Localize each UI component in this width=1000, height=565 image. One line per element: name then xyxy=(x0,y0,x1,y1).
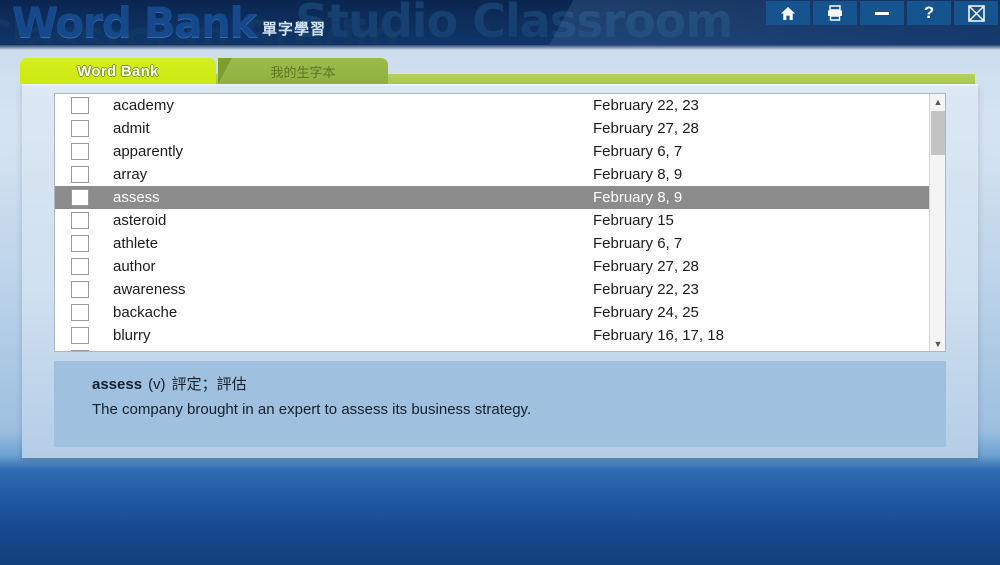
row-checkbox[interactable] xyxy=(71,258,89,275)
word-list-scrollbar[interactable]: ▲ ▼ xyxy=(929,94,945,351)
help-button[interactable]: ? xyxy=(907,1,951,25)
date-cell: February 6, 7 xyxy=(593,143,683,160)
scroll-up-arrow-icon[interactable]: ▲ xyxy=(930,94,945,109)
date-cell: February 16, 17, 18 xyxy=(593,327,724,344)
word-cell: blurry xyxy=(113,327,151,344)
word-cell: author xyxy=(113,258,156,275)
tab-word-bank-label: Word Bank xyxy=(77,62,159,80)
word-list-rows: academy February 22, 23 admit February 27, … xyxy=(55,94,930,351)
table-row[interactable]: admit February 27, 28 xyxy=(55,117,930,140)
row-checkbox[interactable] xyxy=(71,120,89,137)
print-button[interactable] xyxy=(813,1,857,25)
date-cell: February 24, 25 xyxy=(593,304,699,321)
tab-bar: Word Bank 我的生字本 xyxy=(20,58,388,84)
word-cell: b xyxy=(113,350,593,351)
word-cell: awareness xyxy=(113,281,186,298)
row-checkbox[interactable] xyxy=(71,327,89,344)
table-row[interactable]: bFebruary 6, 7 xyxy=(55,347,930,351)
date-cell: February 27, 28 xyxy=(593,258,699,275)
table-row[interactable]: array February 8, 9 xyxy=(55,163,930,186)
date-cell: February 6, 7 xyxy=(593,235,683,252)
table-row[interactable]: blurry February 16, 17, 18 xyxy=(55,324,930,347)
word-cell: asteroid xyxy=(113,212,167,229)
row-checkbox[interactable] xyxy=(71,212,89,229)
tab-my-vocabulary-book-label: 我的生字本 xyxy=(270,64,336,80)
minimize-icon xyxy=(875,11,889,16)
date-cell: February 6, 7 xyxy=(593,350,682,351)
definition-panel: assess (v) 評定；評估 The company brought in an… xyxy=(54,361,946,447)
table-row[interactable]: asteroid February 15 xyxy=(55,209,930,232)
scroll-down-arrow-icon[interactable]: ▼ xyxy=(930,336,945,351)
word-bank-application: Classroom Studio Studio Classroom Word B… xyxy=(0,0,1000,565)
word-cell: athlete xyxy=(113,235,159,252)
bottom-toolbar: W+ ALL xyxy=(0,490,1000,565)
row-checkbox[interactable] xyxy=(71,304,89,321)
tab-my-vocabulary-book[interactable]: 我的生字本 xyxy=(218,58,388,84)
word-cell: admit xyxy=(113,120,150,137)
row-checkbox[interactable] xyxy=(71,143,89,160)
definition-headword: assess xyxy=(92,376,143,393)
table-row[interactable]: apparently February 6, 7 xyxy=(55,140,930,163)
row-checkbox[interactable] xyxy=(71,235,89,252)
tab-word-bank[interactable]: Word Bank xyxy=(20,58,216,84)
word-cell: array xyxy=(113,166,148,183)
date-cell: February 22, 23 xyxy=(593,97,699,114)
table-row[interactable]: academy February 22, 23 xyxy=(55,94,930,117)
close-button[interactable] xyxy=(954,1,998,25)
row-checkbox[interactable] xyxy=(71,189,89,206)
row-checkbox[interactable] xyxy=(71,97,89,114)
question-mark-icon: ? xyxy=(923,3,935,22)
row-checkbox[interactable] xyxy=(71,281,89,298)
table-row[interactable]: athlete February 6, 7 xyxy=(55,232,930,255)
table-row[interactable]: assess February 8, 9 xyxy=(55,186,930,209)
home-button[interactable] xyxy=(766,1,810,25)
table-row[interactable]: backache February 24, 25 xyxy=(55,301,930,324)
row-checkbox[interactable] xyxy=(71,350,89,351)
close-icon xyxy=(967,4,985,22)
minimize-button[interactable] xyxy=(860,1,904,25)
definition-translation: 評定；評估 xyxy=(171,376,247,393)
date-cell: February 8, 9 xyxy=(593,189,683,206)
definition-pos: (v) xyxy=(148,376,166,393)
watermark-studio-classroom: Studio Classroom xyxy=(295,0,733,45)
scrollbar-thumb[interactable] xyxy=(931,111,945,155)
window-controls: ? xyxy=(766,1,998,25)
word-cell: assess xyxy=(113,189,160,206)
table-row[interactable]: author February 27, 28 xyxy=(55,255,930,278)
word-list[interactable]: academy February 22, 23 admit February 27, … xyxy=(54,93,946,352)
home-icon xyxy=(780,6,796,21)
date-cell: February 15 xyxy=(593,212,674,229)
title-bar: Classroom Studio Studio Classroom Word B… xyxy=(0,0,1000,45)
row-checkbox[interactable] xyxy=(71,166,89,183)
word-cell: apparently xyxy=(113,143,184,160)
word-cell: backache xyxy=(113,304,178,321)
table-row[interactable]: awareness February 22, 23 xyxy=(55,278,930,301)
date-cell: February 27, 28 xyxy=(593,120,699,137)
date-cell: February 8, 9 xyxy=(593,166,683,183)
definition-example-sentence: The company brought in an expert to asse… xyxy=(92,401,532,418)
app-logo-text: Word Bank xyxy=(12,0,257,45)
definition-headword-line: assess (v) 評定；評估 xyxy=(92,373,946,394)
printer-icon xyxy=(826,5,844,21)
date-cell: February 22, 23 xyxy=(593,281,699,298)
app-logo-subtitle-chinese: 單字學習 xyxy=(262,21,327,38)
word-cell: academy xyxy=(113,97,174,114)
